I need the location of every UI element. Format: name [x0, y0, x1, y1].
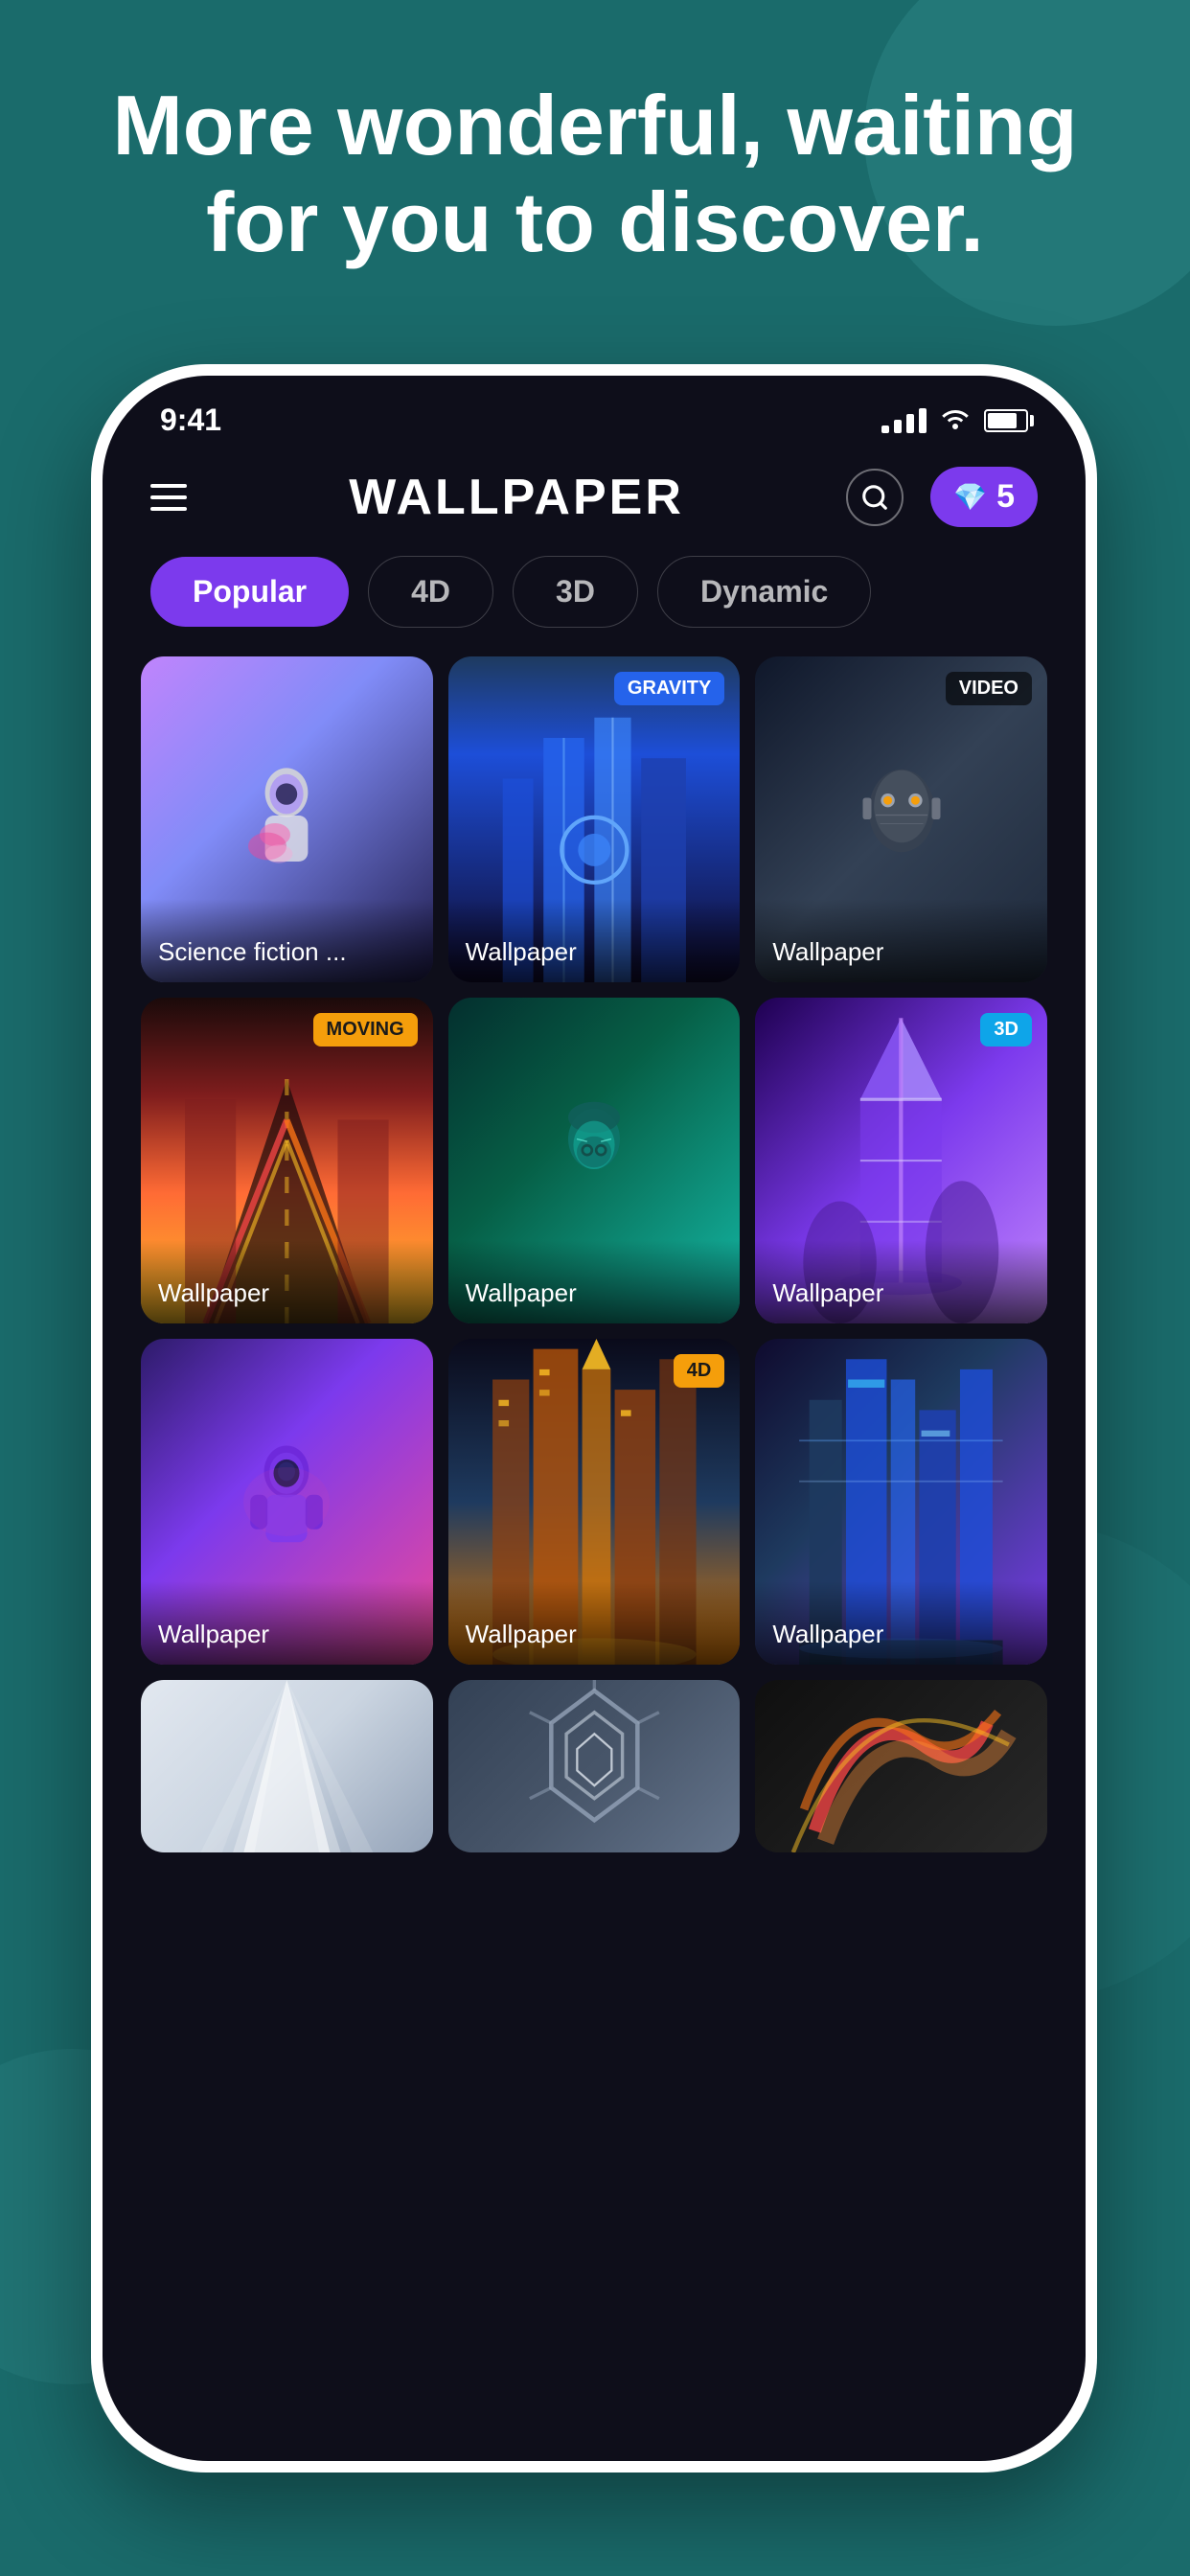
status-icons [881, 404, 1028, 436]
category-tabs: Popular 4D 3D Dynamic [103, 546, 1086, 656]
type-badge: 4D [674, 1354, 725, 1388]
wallpaper-item[interactable]: 3D Wallpaper [755, 998, 1047, 1323]
wallpaper-item[interactable] [755, 1680, 1047, 1852]
wallpaper-label: Wallpaper [448, 1581, 741, 1665]
abstract-swirl-figure [755, 1680, 1047, 1852]
wallpaper-label: Wallpaper [448, 899, 741, 982]
battery-icon [984, 409, 1028, 432]
tab-3d[interactable]: 3D [513, 556, 638, 628]
wallpaper-item[interactable]: GRAVITY Wallpaper [448, 656, 741, 982]
header-right: 💎 5 [846, 467, 1038, 527]
gem-icon: 💎 [953, 481, 987, 513]
wallpaper-item[interactable]: MOVING Wallpaper [141, 998, 433, 1323]
wallpaper-label: Wallpaper [141, 1581, 433, 1665]
cyber-mask-figure [551, 1092, 637, 1230]
geometric-figure [448, 1680, 741, 1852]
wallpaper-item[interactable]: Wallpaper [755, 1339, 1047, 1665]
wallpaper-item[interactable]: 4D Wallpaper [448, 1339, 741, 1665]
phone-frame: 9:41 [91, 364, 1097, 2472]
wallpaper-item[interactable]: Wallpaper [141, 1339, 433, 1665]
wallpaper-label: Wallpaper [755, 1240, 1047, 1323]
signal-icon [881, 408, 927, 433]
robot-face-figure [858, 750, 945, 888]
type-badge: MOVING [313, 1013, 418, 1046]
gems-badge[interactable]: 💎 5 [930, 467, 1038, 527]
partial-wallpaper-row [103, 1680, 1086, 1852]
type-badge: GRAVITY [614, 672, 724, 705]
hero-text: More wonderful, waiting for you to disco… [57, 77, 1133, 270]
tab-4d[interactable]: 4D [368, 556, 493, 628]
wallpaper-label: Wallpaper [448, 1240, 741, 1323]
wallpaper-grid: Science fiction ... [103, 656, 1086, 1665]
tab-popular[interactable]: Popular [150, 557, 349, 627]
wallpaper-item[interactable] [448, 1680, 741, 1852]
tab-dynamic[interactable]: Dynamic [657, 556, 871, 628]
app-header: WALLPAPER 💎 5 [103, 448, 1086, 546]
status-time: 9:41 [160, 402, 221, 438]
type-badge: 3D [980, 1013, 1032, 1046]
astronaut2-figure [243, 1433, 330, 1571]
wallpaper-label: Wallpaper [755, 899, 1047, 982]
wallpaper-label: Wallpaper [755, 1581, 1047, 1665]
astronaut-figure [248, 757, 325, 882]
wallpaper-label: Science fiction ... [141, 899, 433, 982]
wallpaper-item[interactable]: VIDEO Wallpaper [755, 656, 1047, 982]
type-badge: VIDEO [946, 672, 1032, 705]
wifi-icon [940, 404, 971, 436]
status-bar: 9:41 [103, 376, 1086, 448]
gems-count: 5 [996, 478, 1015, 516]
search-button[interactable] [846, 469, 904, 526]
wallpaper-item[interactable]: Science fiction ... [141, 656, 433, 982]
wallpaper-label: Wallpaper [141, 1240, 433, 1323]
light-beams-figure [141, 1680, 433, 1852]
wallpaper-item[interactable]: Wallpaper [448, 998, 741, 1323]
phone-screen: 9:41 [103, 376, 1086, 2461]
hamburger-menu[interactable] [150, 484, 187, 511]
app-title: WALLPAPER [349, 469, 684, 526]
wallpaper-item[interactable] [141, 1680, 433, 1852]
